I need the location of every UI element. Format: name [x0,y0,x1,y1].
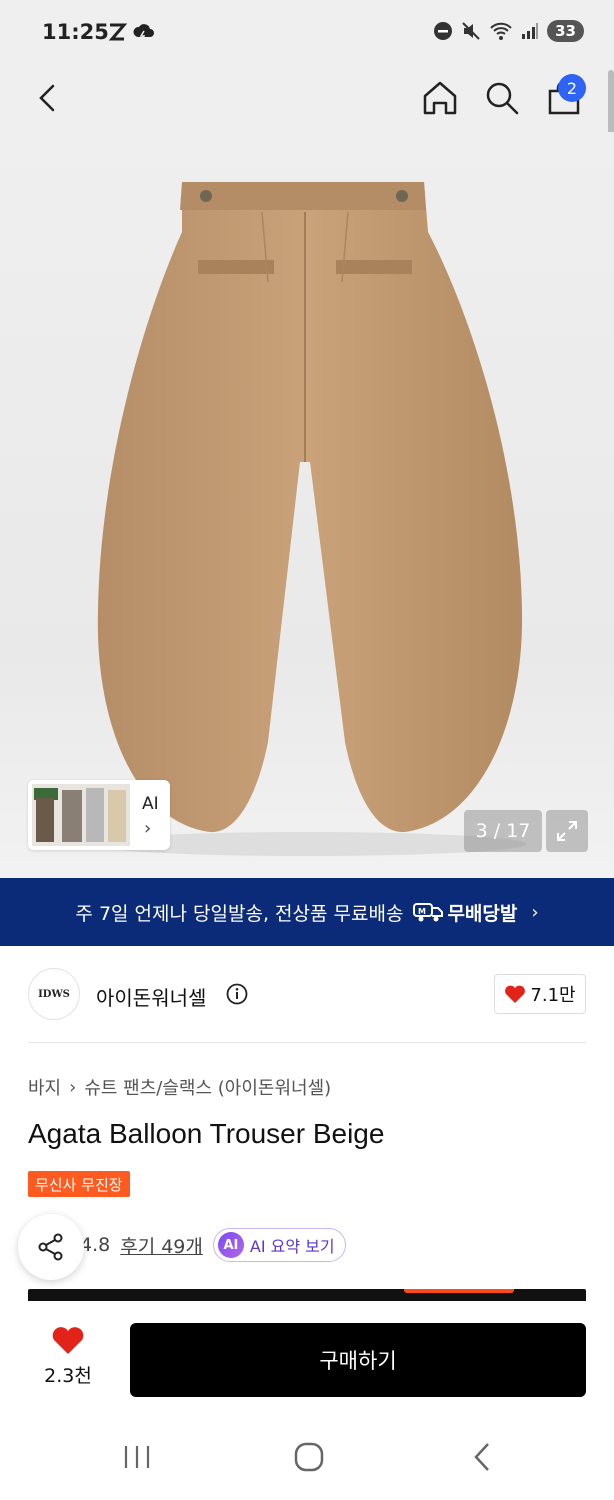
back-nav-icon[interactable] [470,1441,494,1473]
share-button[interactable] [18,1214,84,1280]
trouser-photo [87,182,527,856]
chevron-right-icon: › [69,1076,77,1098]
back-button[interactable] [30,80,66,116]
breadcrumb: 바지 › 슈트 팬츠/슬랙스 (아이돈워너셀) [28,1074,331,1100]
breadcrumb-subcategory[interactable]: 슈트 팬츠/슬랙스 (아이돈워너셀) [84,1074,331,1100]
info-icon[interactable] [226,983,248,1005]
brand-like-button[interactable]: 7.1만 [494,974,586,1014]
ai-summary-label: AI 요약 보기 [249,1237,335,1256]
brand-row: IDWS 아이돈워너셀 7.1만 [0,946,614,1042]
search-icon[interactable] [482,78,522,118]
musinsa-exclusive-badge: 무신사 무진장 [28,1171,130,1197]
status-time: 11:25 [42,20,109,44]
product-image-gallery[interactable]: AI › 3 / 17 [0,132,614,878]
signal-icon [522,23,539,39]
status-right-icons: 33 [433,20,584,42]
ai-summary-button[interactable]: AI AI 요약 보기 [212,1228,346,1262]
brand-logo-text: IDWS [38,988,70,1000]
mubaedangbal-text: 무배당발 [447,902,518,925]
battery-indicator: 33 [547,20,584,42]
heart-icon [52,1327,84,1354]
ai-label: AI [142,794,159,814]
top-navigation: 2 [0,66,614,132]
breadcrumb-category[interactable]: 바지 [28,1074,61,1100]
banner-text: 주 7일 언제나 당일발송, 전상품 무료배송 [75,902,404,925]
divider [28,1042,586,1043]
brand-logo[interactable]: IDWS [28,968,80,1020]
chevron-right-icon: › [531,901,539,923]
reviews-link[interactable]: 후기 49개 [120,1232,203,1259]
status-left-icons [106,21,156,43]
home-nav-icon[interactable] [293,1441,325,1473]
delivery-truck-icon: M [413,903,444,922]
wifi-icon [490,22,512,40]
heart-icon [505,985,526,1003]
ai-thumbnail-image [32,784,130,846]
status-bar: 11:25 33 [0,0,614,66]
dnd-icon [434,22,453,40]
brand-name[interactable]: 아이돈워너셀 [96,982,206,1011]
bottom-action-bar: 2.3천 구매하기 [0,1301,614,1415]
home-icon[interactable] [420,78,460,118]
cart-count-badge: 2 [558,74,586,102]
expand-icon [557,821,577,841]
z-app-icon [108,23,128,41]
weather-icon [133,24,154,41]
like-button[interactable]: 2.3천 [30,1325,106,1395]
promo-banner-partial[interactable] [28,1289,586,1301]
ai-chip-icon: AI [217,1232,244,1258]
delivery-banner[interactable]: 주 7일 언제나 당일발송, 전상품 무료배송 M 무배당발 › [0,878,614,946]
chevron-right-icon: › [144,818,152,839]
brand-like-count: 7.1만 [530,985,576,1006]
system-navigation-bar [0,1415,614,1500]
svg-text:M: M [418,907,426,916]
buy-button[interactable]: 구매하기 [130,1323,586,1397]
mubaedangbal-logo: M 무배당발 [413,899,517,926]
share-icon [38,1233,63,1261]
product-title: Agata Balloon Trouser Beige [28,1118,385,1149]
like-count: 2.3천 [44,1365,92,1387]
ai-similar-card[interactable]: AI › [28,780,170,850]
expand-button[interactable] [546,810,588,852]
mute-icon [462,22,480,40]
recent-apps-icon[interactable] [122,1443,152,1471]
scrollbar[interactable] [608,70,614,136]
image-page-counter: 3 / 17 [464,810,542,852]
